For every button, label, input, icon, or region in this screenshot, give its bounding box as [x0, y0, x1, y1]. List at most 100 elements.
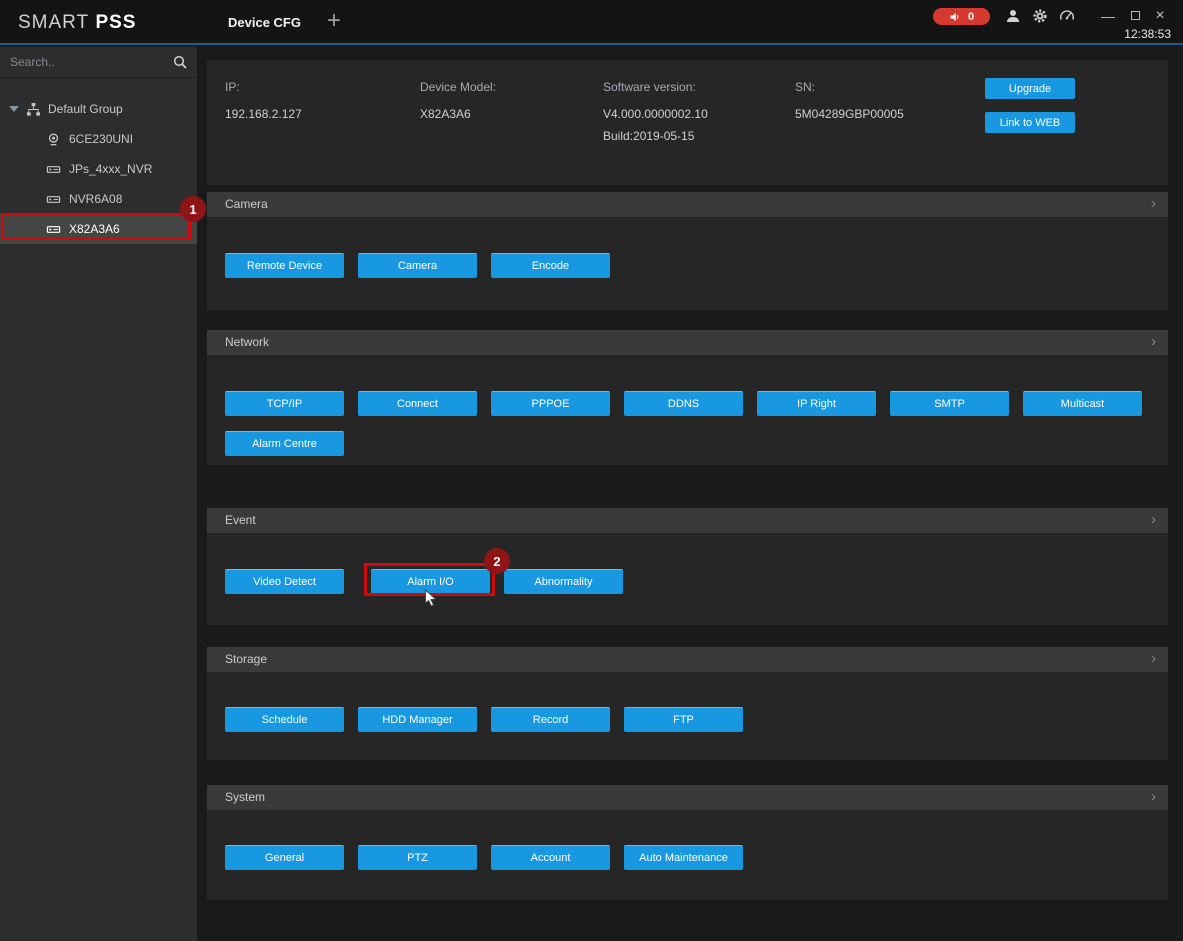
- device-tree-sidebar: Default Group 6CE230UNI JPs_4xxx_NVR NVR…: [0, 47, 197, 941]
- model-label: Device Model:: [420, 80, 496, 94]
- section-title: Network: [225, 335, 269, 349]
- mouse-cursor-icon: [424, 589, 438, 608]
- search-icon[interactable]: [172, 54, 188, 70]
- alarm-centre-button[interactable]: Alarm Centre: [225, 431, 344, 456]
- logo-light: SMART: [18, 12, 89, 33]
- title-bar: SMART PSS Device CFG + 0 — × 12:38:53: [0, 0, 1183, 45]
- device-info-panel: IP: 192.168.2.127 Device Model: X82A3A6 …: [207, 60, 1168, 185]
- tab-device-cfg[interactable]: Device CFG: [228, 0, 301, 45]
- hdd-manager-button[interactable]: HDD Manager: [358, 707, 477, 732]
- chevron-right-icon[interactable]: ›: [1151, 330, 1156, 354]
- system-clock: 12:38:53: [1124, 27, 1171, 41]
- section-title: System: [225, 790, 265, 804]
- event-section-header[interactable]: Event ›: [207, 508, 1168, 533]
- chevron-right-icon[interactable]: ›: [1151, 785, 1156, 809]
- section-title: Storage: [225, 652, 267, 666]
- tree-item-nvr6a08[interactable]: NVR6A08: [0, 184, 197, 214]
- multicast-button[interactable]: Multicast: [1023, 391, 1142, 416]
- chevron-right-icon[interactable]: ›: [1151, 647, 1156, 671]
- sn-label: SN:: [795, 80, 904, 94]
- auto-maintenance-button[interactable]: Auto Maintenance: [624, 845, 743, 870]
- info-model: Device Model: X82A3A6: [420, 80, 496, 121]
- smartpss-window: SMART PSS Device CFG + 0 — × 12:38:53 De…: [0, 0, 1183, 941]
- device-label: JPs_4xxx_NVR: [69, 162, 152, 176]
- upgrade-button[interactable]: Upgrade: [985, 78, 1075, 99]
- network-section: Network › TCP/IP Connect PPPOE DDNS IP R…: [207, 330, 1168, 465]
- abnormality-button[interactable]: Abnormality: [504, 569, 623, 594]
- nvr-icon: [46, 192, 61, 207]
- new-tab-button[interactable]: +: [327, 0, 341, 42]
- event-section: Event › Video Detect Alarm I/O Abnormali…: [207, 508, 1168, 625]
- ip-label: IP:: [225, 80, 302, 94]
- device-label: NVR6A08: [69, 192, 122, 206]
- nvr-icon: [46, 162, 61, 177]
- schedule-button[interactable]: Schedule: [225, 707, 344, 732]
- info-software: Software version: V4.000.0000002.10 Buil…: [603, 80, 708, 143]
- device-label: 6CE230UNI: [69, 132, 133, 146]
- close-button[interactable]: ×: [1151, 7, 1169, 25]
- tree-item-jps-4xxx-nvr[interactable]: JPs_4xxx_NVR: [0, 154, 197, 184]
- storage-buttons: Schedule HDD Manager Record FTP: [225, 707, 743, 732]
- dome-camera-icon: [46, 132, 61, 147]
- chevron-right-icon[interactable]: ›: [1151, 192, 1156, 216]
- account-button[interactable]: Account: [491, 845, 610, 870]
- maximize-button[interactable]: [1126, 7, 1144, 25]
- software-label: Software version:: [603, 80, 708, 94]
- alarm-notification-pill[interactable]: 0: [933, 8, 990, 25]
- tcpip-button[interactable]: TCP/IP: [225, 391, 344, 416]
- encode-button[interactable]: Encode: [491, 253, 610, 278]
- camera-section-header[interactable]: Camera ›: [207, 192, 1168, 217]
- camera-buttons: Remote Device Camera Encode: [225, 253, 610, 278]
- search-input[interactable]: [0, 47, 150, 77]
- group-label: Default Group: [48, 102, 123, 116]
- performance-gauge-icon[interactable]: [1059, 8, 1075, 24]
- tree-item-x82a3a6-selected[interactable]: X82A3A6: [0, 214, 197, 244]
- info-sn: SN: 5M04289GBP00005: [795, 80, 904, 121]
- camera-section: Camera › Remote Device Camera Encode: [207, 192, 1168, 310]
- settings-gear-icon[interactable]: [1032, 8, 1048, 24]
- ftp-button[interactable]: FTP: [624, 707, 743, 732]
- tree-group-default[interactable]: Default Group: [0, 94, 197, 124]
- software-version: V4.000.0000002.10: [603, 107, 708, 121]
- ip-value: 192.168.2.127: [225, 107, 302, 121]
- storage-section-header[interactable]: Storage ›: [207, 647, 1168, 672]
- ptz-button[interactable]: PTZ: [358, 845, 477, 870]
- link-to-web-button[interactable]: Link to WEB: [985, 112, 1075, 133]
- camera-button[interactable]: Camera: [358, 253, 477, 278]
- chevron-right-icon[interactable]: ›: [1151, 508, 1156, 532]
- alarm-count: 0: [968, 11, 974, 23]
- section-title: Camera: [225, 197, 268, 211]
- network-section-header[interactable]: Network ›: [207, 330, 1168, 355]
- network-buttons-row2: Alarm Centre: [225, 431, 344, 456]
- system-buttons: General PTZ Account Auto Maintenance: [225, 845, 743, 870]
- network-buttons-row1: TCP/IP Connect PPPOE DDNS IP Right SMTP …: [225, 391, 1142, 416]
- nvr-icon: [46, 222, 61, 237]
- system-section-header[interactable]: System ›: [207, 785, 1168, 810]
- search-box: [0, 47, 197, 78]
- speaker-icon: [949, 11, 961, 23]
- storage-section: Storage › Schedule HDD Manager Record FT…: [207, 647, 1168, 760]
- app-logo: SMART PSS: [18, 0, 136, 45]
- device-label: X82A3A6: [69, 222, 120, 236]
- pppoe-button[interactable]: PPPOE: [491, 391, 610, 416]
- minimize-button[interactable]: —: [1099, 7, 1117, 25]
- general-button[interactable]: General: [225, 845, 344, 870]
- device-tree: Default Group 6CE230UNI JPs_4xxx_NVR NVR…: [0, 78, 197, 244]
- maximize-icon: [1131, 11, 1140, 20]
- step-badge-1: 1: [180, 196, 206, 222]
- smtp-button[interactable]: SMTP: [890, 391, 1009, 416]
- remote-device-button[interactable]: Remote Device: [225, 253, 344, 278]
- user-icon[interactable]: [1005, 8, 1021, 24]
- expand-arrow-icon[interactable]: [9, 106, 19, 112]
- video-detect-button[interactable]: Video Detect: [225, 569, 344, 594]
- section-title: Event: [225, 513, 256, 527]
- ip-right-button[interactable]: IP Right: [757, 391, 876, 416]
- ddns-button[interactable]: DDNS: [624, 391, 743, 416]
- group-icon: [26, 102, 41, 117]
- step-badge-2: 2: [484, 548, 510, 574]
- connect-button[interactable]: Connect: [358, 391, 477, 416]
- model-value: X82A3A6: [420, 107, 496, 121]
- tree-item-6ce230uni[interactable]: 6CE230UNI: [0, 124, 197, 154]
- record-button[interactable]: Record: [491, 707, 610, 732]
- info-ip: IP: 192.168.2.127: [225, 80, 302, 121]
